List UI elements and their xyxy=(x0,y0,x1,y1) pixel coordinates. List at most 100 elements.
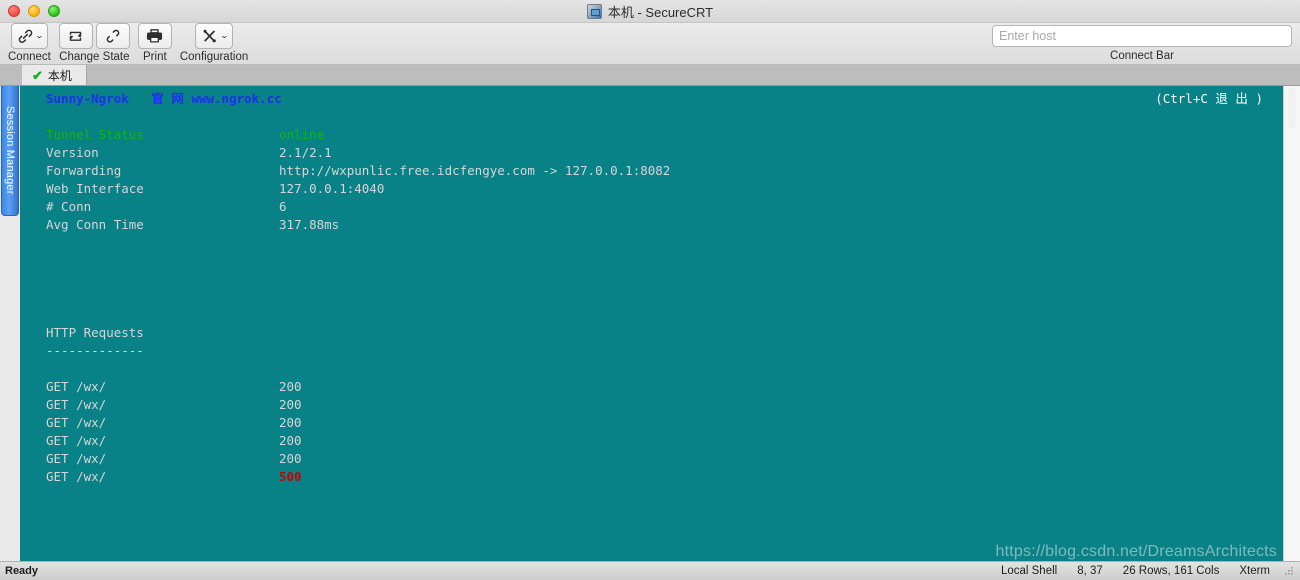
terminal-status-row: Tunnel Status online xyxy=(20,126,1283,144)
request-path: GET /wx/ xyxy=(46,415,107,430)
reconnect-button[interactable] xyxy=(58,23,93,49)
status-bar: Ready Local Shell 8, 37 26 Rows, 161 Col… xyxy=(0,561,1300,580)
terminal-request-row: GET /wx/200 xyxy=(20,378,1283,396)
toolbar: ⌄ Connect Change State Print ⌄ Configura… xyxy=(0,23,1300,65)
status-ready: Ready xyxy=(5,565,39,577)
request-path: GET /wx/ xyxy=(46,379,107,394)
terminal-requests-rule: ------------- xyxy=(20,342,1283,360)
terminal-requests-heading: HTTP Requests xyxy=(20,324,1283,342)
window-title-group: 本机 - SecureCRT xyxy=(0,0,1300,23)
terminal-status-row: # Conn 6 xyxy=(20,198,1283,216)
chevron-down-icon: ⌄ xyxy=(219,31,229,40)
requests-rule: ------------- xyxy=(46,343,144,358)
status-key: Version xyxy=(46,145,99,160)
request-status: 200 xyxy=(279,397,302,412)
main-body: Session Manager (Ctrl+C 退 出 ) Sunny-Ngro… xyxy=(0,86,1300,561)
request-status: 200 xyxy=(279,415,302,430)
securecrt-window: 本机 - SecureCRT ⌄ Connect Change State Pr… xyxy=(0,0,1300,580)
terminal-line-banner: Sunny-Ngrok 官 网 www.ngrok.cc xyxy=(20,90,1283,108)
terminal-status-row: Avg Conn Time 317.88ms xyxy=(20,216,1283,234)
tab-bar-empty-area xyxy=(87,65,1300,85)
tab-label: 本机 xyxy=(47,68,72,83)
toolbar-group-configuration: ⌄ Configuration xyxy=(180,23,248,63)
request-status: 200 xyxy=(279,379,302,394)
request-path: GET /wx/ xyxy=(46,433,107,448)
terminal-status-row: Web Interface 127.0.0.1:4040 xyxy=(20,180,1283,198)
request-path: GET /wx/ xyxy=(46,469,107,484)
terminal-request-row: GET /wx/200 xyxy=(20,450,1283,468)
request-path: GET /wx/ xyxy=(46,397,107,412)
connect-bar-label: Connect Bar xyxy=(1110,50,1174,62)
watermark: https://blog.csdn.net/DreamsArchitects xyxy=(995,543,1277,560)
change-state-label: Change State xyxy=(59,51,130,63)
terminal-status-row: Version 2.1/2.1 xyxy=(20,144,1283,162)
print-button[interactable] xyxy=(137,23,172,49)
terminal-ctrl-hint: (Ctrl+C 退 出 ) xyxy=(1155,91,1263,106)
terminal-scrollbar[interactable] xyxy=(1283,86,1300,561)
requests-heading: HTTP Requests xyxy=(46,325,144,340)
banner-spacer xyxy=(129,91,152,106)
terminal-request-row: GET /wx/200 xyxy=(20,396,1283,414)
status-cursor-position: 8, 37 xyxy=(1077,565,1103,577)
session-manager-label: Session Manager xyxy=(4,106,16,195)
status-bar-right: Local Shell 8, 37 26 Rows, 161 Cols Xter… xyxy=(991,565,1294,577)
window-title: 本机 - SecureCRT xyxy=(607,5,714,20)
request-status: 200 xyxy=(279,433,302,448)
terminal-area: (Ctrl+C 退 出 ) Sunny-Ngrok 官 网 www.ngrok.… xyxy=(20,86,1300,561)
request-status: 200 xyxy=(279,451,302,466)
banner-official-label: 官 网 xyxy=(151,91,184,106)
configuration-button[interactable]: ⌄ xyxy=(194,23,234,49)
session-manager-rail: Session Manager xyxy=(0,86,20,561)
disconnect-button[interactable] xyxy=(95,23,130,49)
reconnect-icon xyxy=(70,31,82,41)
terminal-status-row: Forwarding http://wxpunlic.free.idcfengye… xyxy=(20,162,1283,180)
status-key: # Conn xyxy=(46,199,92,214)
session-manager-tab[interactable]: Session Manager xyxy=(1,86,19,216)
title-bar: 本机 - SecureCRT xyxy=(0,0,1300,23)
connect-label: Connect xyxy=(8,51,51,63)
status-shell: Local Shell xyxy=(1000,565,1058,577)
status-key: Avg Conn Time xyxy=(46,217,144,232)
securecrt-app-icon xyxy=(586,4,602,19)
configuration-label: Configuration xyxy=(179,51,249,63)
status-key: Web Interface xyxy=(46,181,144,196)
toolbar-group-print: Print xyxy=(137,23,172,63)
status-value: 127.0.0.1:4040 xyxy=(279,181,385,196)
status-dimensions: 26 Rows, 161 Cols xyxy=(1122,565,1220,577)
print-label: Print xyxy=(143,51,167,63)
terminal-request-row: GET /wx/200 xyxy=(20,432,1283,450)
terminal-screen[interactable]: (Ctrl+C 退 出 ) Sunny-Ngrok 官 网 www.ngrok.… xyxy=(20,86,1283,561)
host-input[interactable] xyxy=(992,25,1292,47)
check-icon: ✔ xyxy=(32,67,43,83)
disconnect-icon xyxy=(107,29,120,43)
request-status: 500 xyxy=(279,469,302,484)
status-value: online xyxy=(279,127,325,142)
toolbar-group-change-state: Change State xyxy=(58,23,130,63)
printer-icon xyxy=(147,29,163,43)
banner-brand: Sunny-Ngrok xyxy=(46,91,129,106)
connect-button[interactable]: ⌄ xyxy=(10,23,49,49)
link-icon xyxy=(18,29,32,43)
status-value: 2.1/2.1 xyxy=(279,145,332,160)
terminal-request-row: GET /wx/200 xyxy=(20,414,1283,432)
status-key: Forwarding xyxy=(46,163,122,178)
banner-site: www.ngrok.cc xyxy=(191,91,282,106)
tab-session-local[interactable]: ✔ 本机 xyxy=(22,65,87,85)
status-value: 317.88ms xyxy=(279,217,340,232)
chevron-down-icon: ⌄ xyxy=(34,31,44,40)
tools-icon xyxy=(203,29,216,42)
request-path: GET /wx/ xyxy=(46,451,107,466)
status-value: 6 xyxy=(279,199,287,214)
connect-bar: Connect Bar xyxy=(992,25,1292,62)
terminal-request-row: GET /wx/500 xyxy=(20,468,1283,486)
resize-grip-icon[interactable] xyxy=(1284,566,1294,576)
status-value: http://wxpunlic.free.idcfengye.com -> 12… xyxy=(279,163,671,178)
tab-bar: ✔ 本机 xyxy=(0,65,1300,86)
toolbar-group-connect: ⌄ Connect xyxy=(8,23,51,63)
